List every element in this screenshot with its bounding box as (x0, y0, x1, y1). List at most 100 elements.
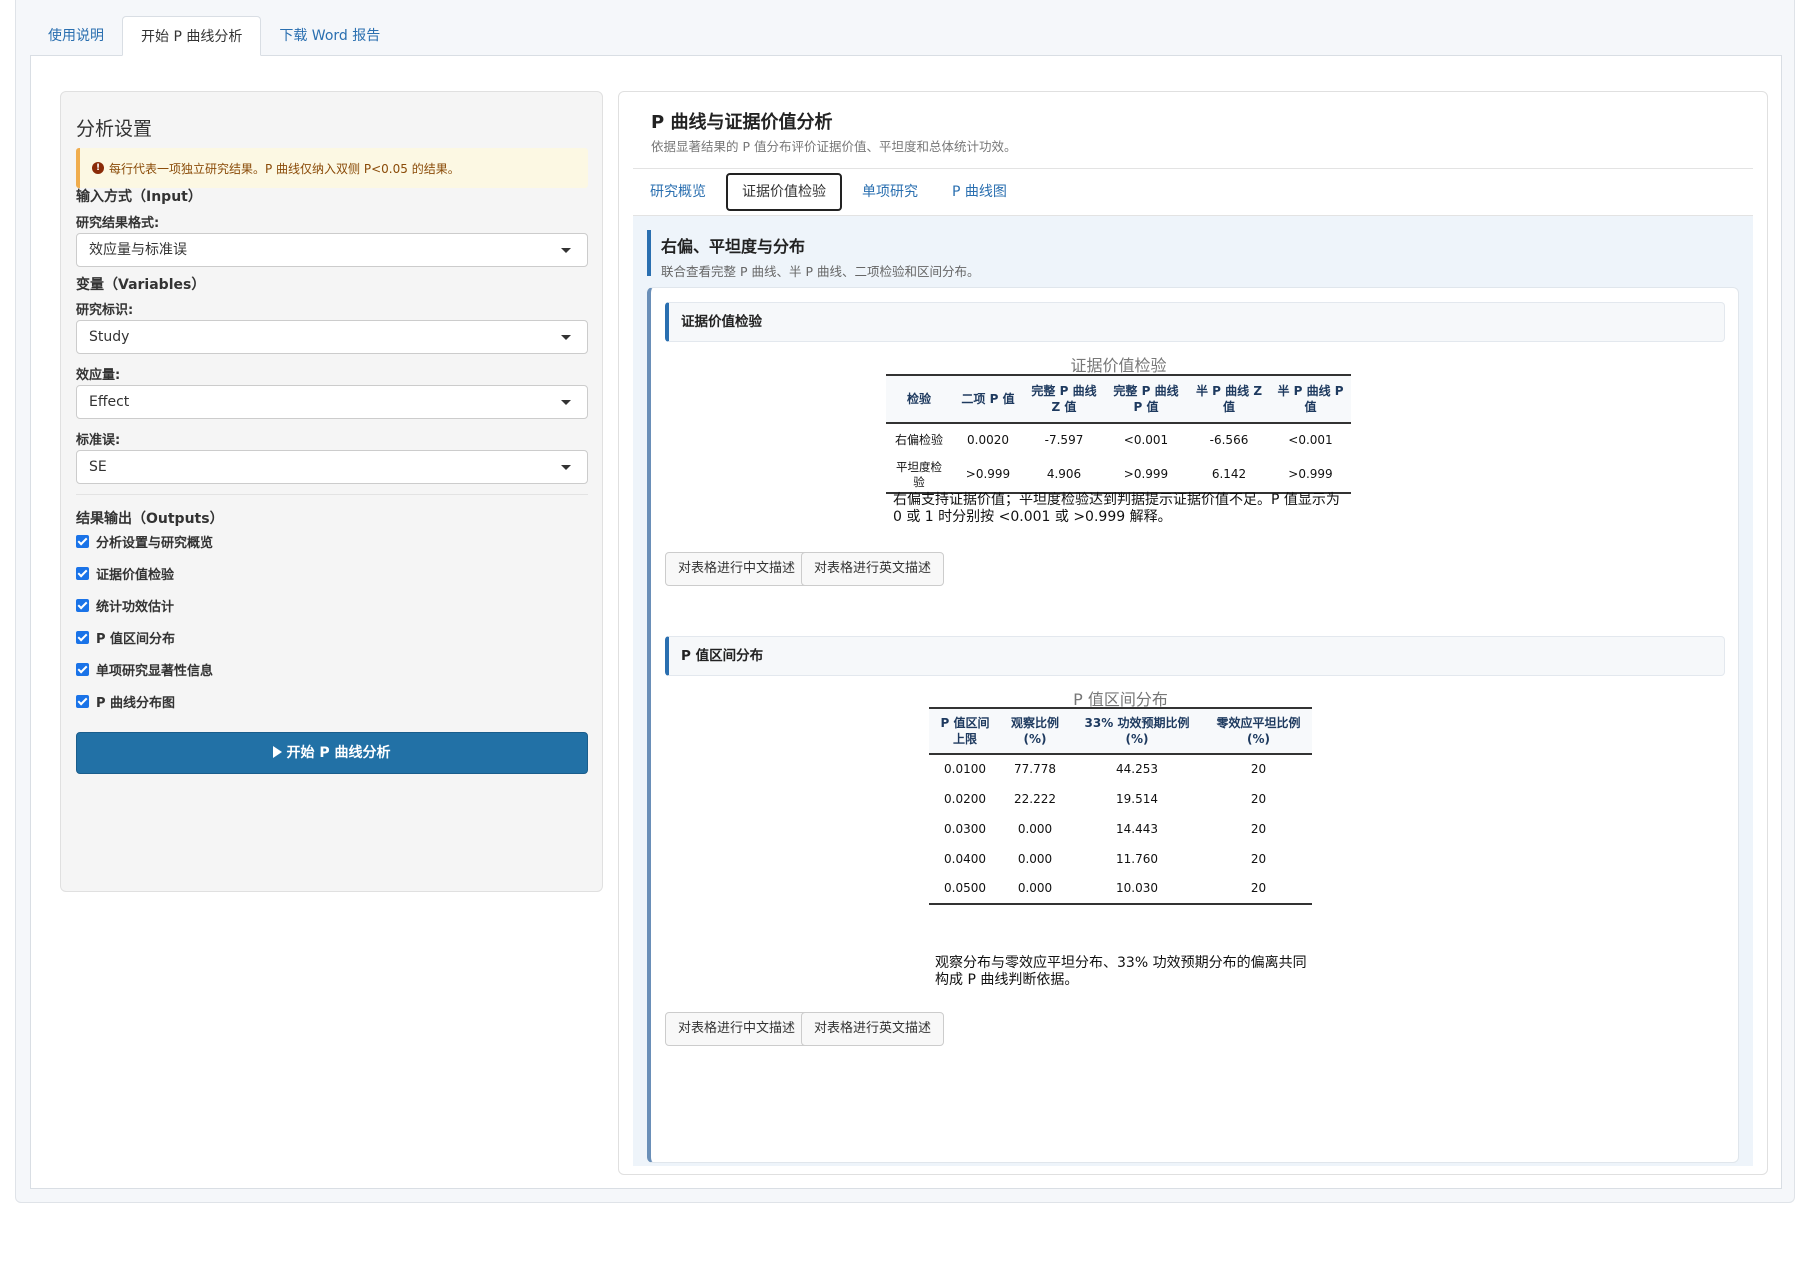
play-icon (273, 746, 283, 758)
results-card: 证据价值检验 证据价值检验 检验 二项 P 值 完整 P 曲线 Z 值 完整 P… (647, 287, 1739, 1163)
table-row: 平坦度检验 >0.999 4.906 >0.999 6.142 >0.999 (886, 457, 1351, 494)
table-cell: 22.222 (1014, 791, 1056, 806)
tab-evidence[interactable]: 证据价值检验 (726, 173, 842, 211)
table-cell: 0.000 (1017, 851, 1053, 866)
table-cell: 44.253 (1116, 762, 1158, 776)
table-row: 0.0300 0.000 14.443 20 (929, 814, 1312, 844)
format-select[interactable]: 效应量与标准误 (76, 233, 588, 267)
checkbox-label: 统计功效估计 (96, 600, 175, 615)
table-cell: 10.030 (1069, 874, 1205, 905)
results-subtitle: 依据显著结果的 P 值分布评价证据价值、平坦度和总体统计功效。 (651, 139, 1017, 154)
format-select-value: 效应量与标准误 (89, 242, 187, 258)
tab-content: 分析设置 ! 每行代表一项独立研究结果。P 曲线仅纳入双侧 P<0.05 的结果… (30, 55, 1782, 1189)
table-cell: 20 (1250, 791, 1267, 806)
table-cell: 0.0500 (929, 874, 1001, 905)
effect-label: 效应量: (76, 368, 121, 383)
tab-download-report[interactable]: 下载 Word 报告 (261, 16, 398, 56)
table-cell: 0.0400 (944, 851, 986, 866)
section-title: 右偏、平坦度与分布 (661, 237, 806, 256)
study-select-value: Study (89, 329, 130, 345)
column-header: 完整 P 曲线 Z 值 (1024, 374, 1104, 424)
checkbox-icon[interactable] (76, 599, 89, 612)
checkbox-icon[interactable] (76, 567, 89, 580)
table-cell: 0.0100 (944, 762, 986, 776)
divider (633, 168, 1753, 169)
output-checkbox-overview[interactable]: 分析设置与研究概览 (76, 532, 213, 551)
distribution-note: 观察分布与零效应平坦分布、33% 功效预期分布的偏离共同构成 P 曲线判断依据。 (935, 955, 1307, 988)
effect-select[interactable]: Effect (76, 385, 588, 419)
table-row: 0.0100 77.778 44.253 20 (929, 754, 1312, 784)
study-select[interactable]: Study (76, 320, 588, 354)
table-row: 0.0200 22.222 19.514 20 (929, 784, 1312, 814)
tab-pcurve-plot[interactable]: P 曲线图 (935, 173, 1024, 211)
format-label: 研究结果格式: (76, 216, 160, 231)
table-cell: 右偏检验 (894, 433, 943, 447)
section-subtitle: 联合查看完整 P 曲线、半 P 曲线、二项检验和区间分布。 (661, 264, 980, 279)
table-cell: 4.906 (1024, 457, 1104, 494)
study-label: 研究标识: (76, 303, 134, 318)
table-row: 0.0500 0.000 10.030 20 (929, 874, 1312, 905)
results-title: P 曲线与证据价值分析 (651, 112, 833, 133)
column-header: 二项 P 值 (952, 374, 1024, 424)
results-panel: P 曲线与证据价值分析 依据显著结果的 P 值分布评价证据价值、平坦度和总体统计… (618, 91, 1768, 1175)
tab-single-study[interactable]: 单项研究 (845, 173, 935, 211)
checkbox-label: P 曲线分布图 (96, 696, 176, 711)
checkbox-label: 单项研究显著性信息 (96, 664, 214, 679)
output-checkbox-power[interactable]: 统计功效估计 (76, 596, 174, 615)
outputs-section-label: 结果输出（Outputs） (76, 511, 224, 527)
info-icon: ! (92, 162, 104, 174)
table-row: 0.0400 0.000 11.760 20 (929, 844, 1312, 874)
tab-overview[interactable]: 研究概览 (633, 173, 723, 211)
describe-en-button[interactable]: 对表格进行英文描述 (801, 552, 945, 586)
table-cell: 11.760 (1116, 851, 1158, 866)
table-cell: 20 (1205, 874, 1312, 905)
checkbox-icon[interactable] (76, 631, 89, 644)
tab-instructions[interactable]: 使用说明 (30, 16, 122, 56)
evidence-caption: 证据价值检验 (1070, 356, 1167, 375)
checkbox-label: 证据价值检验 (96, 568, 175, 583)
output-checkbox-plot[interactable]: P 曲线分布图 (76, 692, 175, 711)
describe-en-button[interactable]: 对表格进行英文描述 (801, 1012, 945, 1046)
table-cell: 0.0020 (967, 433, 1009, 447)
checkbox-icon[interactable] (76, 695, 89, 708)
table-cell: >0.999 (1104, 457, 1188, 494)
table-cell: -7.597 (1044, 433, 1084, 447)
chevron-down-icon (561, 400, 571, 405)
describe-cn-button[interactable]: 对表格进行中文描述 (665, 552, 809, 586)
table-cell: <0.001 (1123, 433, 1169, 447)
output-checkbox-evidence[interactable]: 证据价值检验 (76, 564, 174, 583)
checkbox-icon[interactable] (76, 535, 89, 548)
chevron-down-icon (561, 335, 571, 340)
info-alert-text: 每行代表一项独立研究结果。P 曲线仅纳入双侧 P<0.05 的结果。 (109, 161, 460, 176)
results-tabs: 研究概览 证据价值检验 单项研究 P 曲线图 (633, 172, 1024, 212)
checkbox-icon[interactable] (76, 663, 89, 676)
table-cell: 20 (1250, 851, 1267, 866)
describe-cn-button[interactable]: 对表格进行中文描述 (665, 1012, 809, 1046)
effect-select-value: Effect (89, 394, 130, 410)
column-header: 零效应平坦比例 (%) (1205, 707, 1312, 755)
evidence-table: 检验 二项 P 值 完整 P 曲线 Z 值 完整 P 曲线 P 值 半 P 曲线… (886, 374, 1351, 494)
table-cell: 平坦度检验 (886, 457, 952, 494)
tab-start-analysis[interactable]: 开始 P 曲线分析 (122, 16, 262, 56)
output-checkbox-single[interactable]: 单项研究显著性信息 (76, 660, 213, 679)
table-cell: 14.443 (1116, 821, 1158, 836)
se-select[interactable]: SE (76, 450, 588, 484)
evidence-heading: 证据价值检验 (665, 302, 1725, 342)
column-header: 检验 (886, 374, 952, 424)
column-header: P 值区间上限 (929, 707, 1001, 755)
column-header: 完整 P 曲线 P 值 (1104, 374, 1188, 424)
table-row: 右偏检验 0.0020 -7.597 <0.001 -6.566 <0.001 (886, 423, 1351, 457)
checkbox-label: 分析设置与研究概览 (96, 536, 214, 551)
run-analysis-button[interactable]: 开始 P 曲线分析 (76, 732, 588, 774)
table-cell: 19.514 (1116, 791, 1158, 806)
table-cell: 0.0300 (944, 821, 986, 836)
chevron-down-icon (561, 465, 571, 470)
variables-section-label: 变量（Variables） (76, 277, 206, 293)
table-cell: 77.778 (1014, 762, 1056, 776)
table-cell: >0.999 (1270, 457, 1351, 494)
table-cell: >0.999 (952, 457, 1024, 494)
table-cell: 6.142 (1188, 457, 1270, 494)
output-checkbox-distribution[interactable]: P 值区间分布 (76, 628, 175, 647)
table-cell: 0.000 (1017, 821, 1053, 836)
section-header: 右偏、平坦度与分布 联合查看完整 P 曲线、半 P 曲线、二项检验和区间分布。 (647, 230, 1753, 279)
